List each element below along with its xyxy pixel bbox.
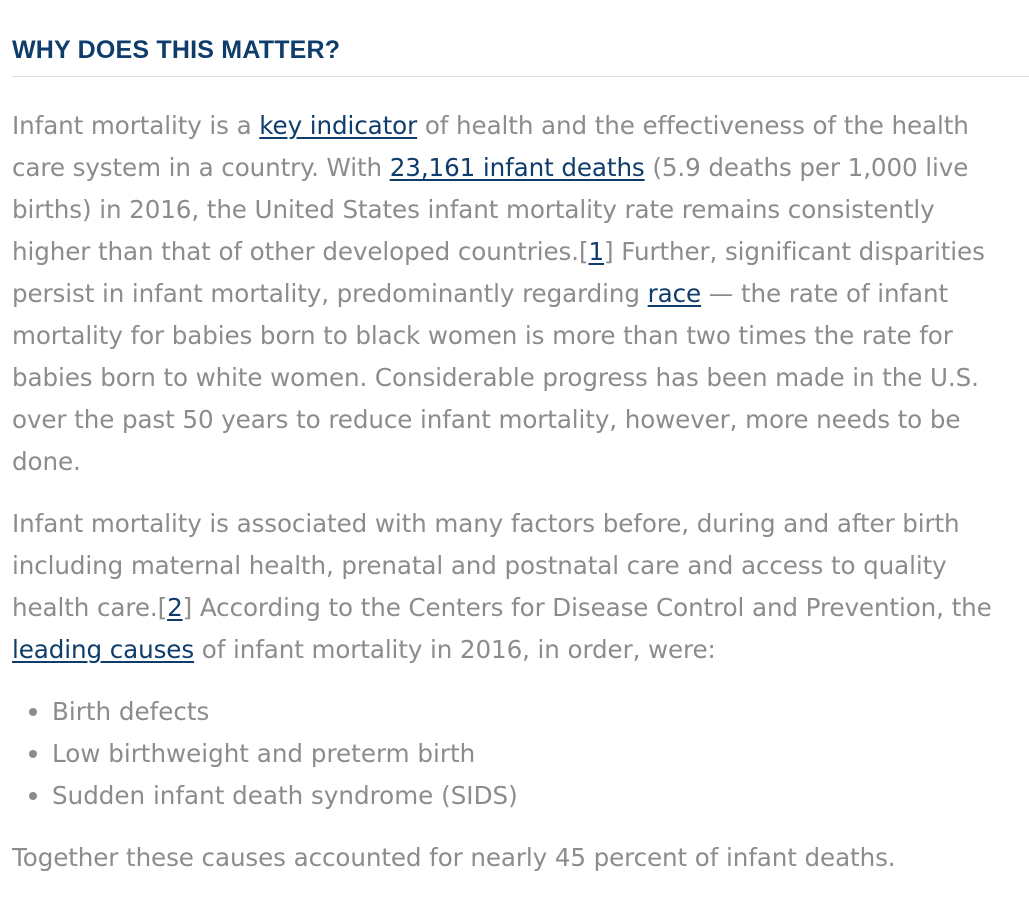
- list-item: Birth defects: [12, 691, 1029, 733]
- paragraph-intro: Infant mortality is a key indicator of h…: [12, 105, 1017, 483]
- paragraph-text: Infant mortality is a: [12, 111, 260, 140]
- infant-deaths-link[interactable]: 23,161 infant deaths: [390, 153, 645, 182]
- bullet-icon: [29, 708, 37, 716]
- paragraph-text: ] According to the Centers for Disease C…: [182, 593, 992, 622]
- causes-list: Birth defects Low birthweight and preter…: [12, 691, 1029, 817]
- list-item: Sudden infant death syndrome (SIDS): [12, 775, 1029, 817]
- race-link[interactable]: race: [648, 279, 702, 308]
- leading-causes-link[interactable]: leading causes: [12, 635, 194, 664]
- footnote-2-link[interactable]: 2: [167, 593, 183, 622]
- article-section: WHY DOES THIS MATTER? Infant mortality i…: [12, 0, 1029, 879]
- list-item-label: Sudden infant death syndrome (SIDS): [52, 781, 518, 810]
- paragraph-text: — the rate of infant mortality for babie…: [12, 279, 979, 476]
- paragraph-factors: Infant mortality is associated with many…: [12, 503, 1017, 671]
- section-heading: WHY DOES THIS MATTER?: [12, 36, 1029, 77]
- list-item-label: Low birthweight and preterm birth: [52, 739, 476, 768]
- paragraph-conclusion: Together these causes accounted for near…: [12, 843, 896, 872]
- paragraph-text: of infant mortality in 2016, in order, w…: [194, 635, 716, 664]
- list-item-label: Birth defects: [52, 697, 210, 726]
- bullet-icon: [29, 792, 37, 800]
- list-item: Low birthweight and preterm birth: [12, 733, 1029, 775]
- key-indicator-link[interactable]: key indicator: [259, 111, 417, 140]
- bullet-icon: [29, 750, 37, 758]
- footnote-1-link[interactable]: 1: [588, 237, 604, 266]
